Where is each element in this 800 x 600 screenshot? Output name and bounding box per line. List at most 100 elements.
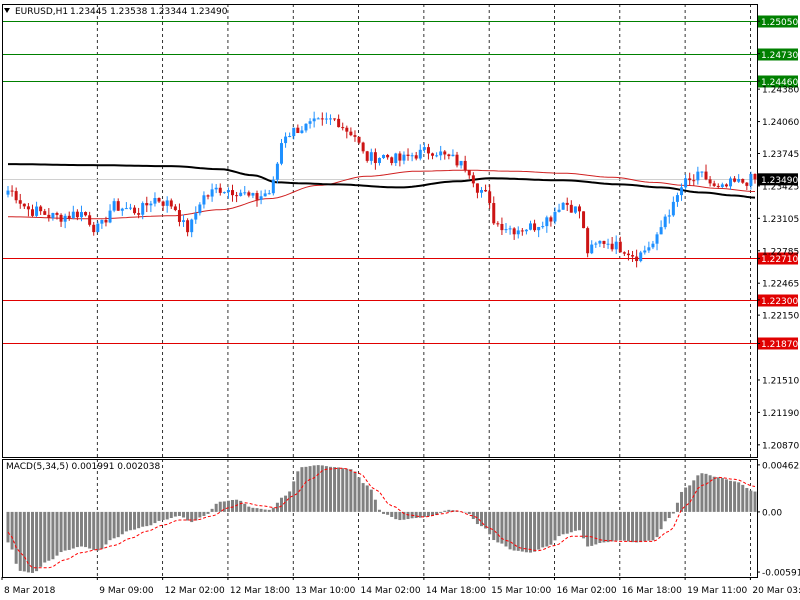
macd-bar bbox=[145, 511, 149, 527]
candle bbox=[275, 161, 279, 184]
candle bbox=[561, 201, 565, 210]
candle bbox=[667, 209, 671, 224]
macd-bar bbox=[47, 511, 51, 561]
grid-layer bbox=[96, 4, 751, 577]
time-tick-label: 14 Mar 02:00 bbox=[361, 586, 421, 596]
macd-bar bbox=[618, 511, 622, 541]
macd-bar bbox=[361, 483, 365, 512]
chart-canvas[interactable]: 1.250501.247301.244601.227101.223001.218… bbox=[0, 0, 800, 600]
candle-body bbox=[594, 243, 598, 245]
price-tick-label: 1.24060 bbox=[762, 118, 799, 128]
candle bbox=[410, 152, 414, 162]
macd-bar bbox=[30, 511, 34, 573]
candle-body bbox=[63, 215, 67, 222]
candle-body bbox=[671, 201, 675, 216]
candle-body bbox=[267, 193, 271, 195]
candle-body bbox=[92, 224, 96, 233]
candle bbox=[545, 215, 549, 233]
level-price-label: 1.24730 bbox=[761, 51, 798, 61]
candle-body bbox=[218, 187, 222, 193]
macd-bar bbox=[594, 511, 598, 545]
macd-bar bbox=[520, 511, 524, 552]
macd-bar bbox=[426, 511, 430, 517]
candle bbox=[475, 183, 479, 199]
macd-bar bbox=[394, 511, 398, 520]
candle bbox=[496, 221, 500, 227]
moving-averages-layer bbox=[8, 163, 756, 220]
candle-body bbox=[300, 130, 304, 134]
candle bbox=[161, 200, 165, 211]
macd-bar bbox=[353, 471, 357, 512]
candle bbox=[177, 203, 181, 227]
macd-bar bbox=[737, 482, 741, 512]
candle-body bbox=[320, 118, 324, 120]
candle bbox=[598, 240, 602, 248]
candle bbox=[422, 142, 426, 153]
macd-bar bbox=[116, 511, 120, 538]
macd-tick-label: -0.005914 bbox=[762, 569, 800, 579]
candle-body bbox=[349, 131, 353, 136]
candle bbox=[610, 237, 614, 252]
macd-bar bbox=[231, 499, 235, 512]
candle bbox=[418, 144, 422, 161]
macd-bar bbox=[349, 469, 353, 512]
macd-bar bbox=[741, 484, 745, 512]
candle-body bbox=[680, 187, 684, 196]
candle bbox=[149, 200, 153, 213]
candle bbox=[39, 205, 43, 215]
candle bbox=[459, 160, 463, 169]
candle-body bbox=[573, 206, 577, 213]
macd-bar bbox=[226, 500, 230, 512]
triangle-down-icon[interactable] bbox=[4, 8, 10, 13]
macd-bar bbox=[177, 511, 181, 516]
candle-body bbox=[198, 204, 202, 214]
candle-body bbox=[475, 183, 479, 193]
candle bbox=[259, 190, 263, 205]
macd-bar bbox=[614, 511, 618, 541]
macd-bar bbox=[214, 503, 218, 512]
candle-body bbox=[390, 157, 394, 164]
candle-body bbox=[618, 241, 622, 253]
macd-bar bbox=[626, 511, 630, 542]
candle bbox=[533, 219, 537, 232]
candle bbox=[594, 241, 598, 248]
candle bbox=[659, 220, 663, 235]
candle bbox=[692, 174, 696, 186]
candle-body bbox=[67, 215, 71, 219]
candle-body bbox=[333, 118, 337, 120]
macd-bar bbox=[684, 487, 688, 512]
macd-bar bbox=[194, 511, 198, 521]
candle-body bbox=[308, 121, 312, 124]
candle-body bbox=[565, 202, 569, 205]
candle bbox=[541, 221, 545, 229]
candle-body bbox=[104, 220, 108, 223]
macd-bar bbox=[120, 511, 124, 535]
candle-body bbox=[145, 203, 149, 206]
candle-body bbox=[177, 210, 181, 222]
candle-body bbox=[59, 214, 63, 222]
candle bbox=[284, 132, 288, 148]
candle bbox=[112, 198, 116, 213]
candle-body bbox=[463, 160, 467, 171]
macd-bar bbox=[663, 511, 667, 522]
candle-body bbox=[96, 223, 100, 233]
candle-body bbox=[402, 154, 406, 161]
macd-bar bbox=[112, 511, 116, 539]
macd-bar bbox=[549, 511, 553, 545]
candle bbox=[602, 240, 606, 248]
candle bbox=[194, 206, 198, 224]
macd-bar bbox=[492, 511, 496, 541]
candle bbox=[128, 203, 132, 211]
candle-body bbox=[414, 155, 418, 159]
candle-body bbox=[206, 195, 210, 197]
candle bbox=[484, 184, 488, 192]
candle-body bbox=[484, 190, 488, 192]
macd-bar bbox=[745, 488, 749, 512]
time-tick-label: 16 Mar 18:00 bbox=[622, 586, 682, 596]
candle-body bbox=[35, 206, 39, 216]
macd-bar bbox=[88, 511, 92, 549]
candle-body bbox=[667, 215, 671, 217]
macd-bar bbox=[659, 511, 663, 530]
macd-bar bbox=[533, 511, 537, 552]
candle-body bbox=[214, 187, 218, 190]
